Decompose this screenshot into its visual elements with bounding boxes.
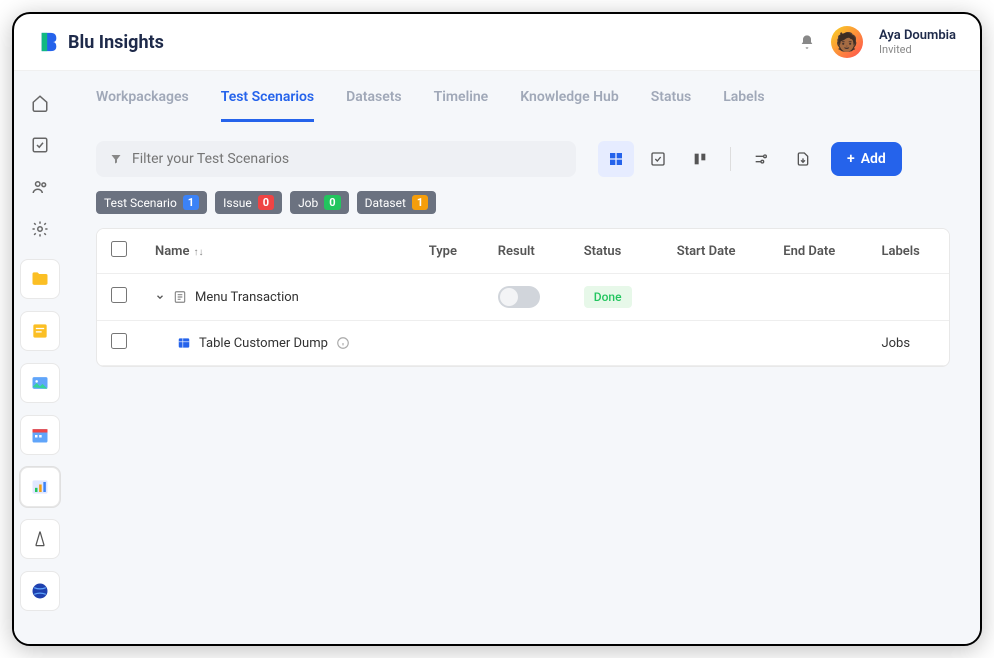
row-name[interactable]: Menu Transaction	[195, 290, 299, 305]
tab-knowledge-hub[interactable]: Knowledge Hub	[520, 89, 619, 122]
add-label: Add	[861, 151, 886, 167]
sidebar	[14, 71, 66, 644]
chip-dataset[interactable]: Dataset1	[357, 191, 437, 214]
app-name: Blu Insights	[68, 32, 164, 53]
bell-icon[interactable]	[799, 34, 815, 50]
tab-workpackages[interactable]: Workpackages	[96, 89, 189, 122]
globe-icon[interactable]	[20, 571, 60, 611]
user-name: Aya Doumbia	[879, 28, 956, 43]
tab-test-scenarios[interactable]: Test Scenarios	[221, 89, 314, 122]
scenario-icon	[173, 290, 187, 304]
col-name[interactable]: Name↑↓	[141, 229, 415, 274]
col-status[interactable]: Status	[570, 229, 663, 274]
app-window: Blu Insights 🧑🏾 Aya Doumbia Invited	[12, 12, 982, 646]
filter-chips: Test Scenario1 Issue0 Job0 Dataset1	[66, 189, 980, 228]
table-row: Table Customer Dump Jobs	[97, 321, 949, 366]
status-badge: Done	[584, 286, 632, 308]
chip-issue[interactable]: Issue0	[215, 191, 282, 214]
sliders-icon[interactable]	[743, 141, 779, 177]
row-name[interactable]: Table Customer Dump	[199, 336, 328, 351]
user-role: Invited	[879, 43, 956, 56]
select-all-checkbox[interactable]	[111, 241, 127, 257]
tabs: Workpackages Test Scenarios Datasets Tim…	[66, 71, 980, 123]
col-end[interactable]: End Date	[769, 229, 867, 274]
filter-box[interactable]	[96, 141, 576, 177]
col-labels[interactable]: Labels	[867, 229, 949, 274]
row-checkbox[interactable]	[111, 287, 127, 303]
table-icon	[177, 336, 191, 350]
user-info: Aya Doumbia Invited	[879, 28, 956, 56]
row-labels: Jobs	[867, 321, 949, 366]
chart-icon[interactable]	[20, 467, 60, 507]
checkbox-view-icon[interactable]	[640, 141, 676, 177]
compass-icon[interactable]	[20, 519, 60, 559]
plus-icon: +	[847, 151, 855, 167]
sort-icon: ↑↓	[193, 247, 203, 258]
col-result[interactable]: Result	[484, 229, 570, 274]
col-start[interactable]: Start Date	[663, 229, 769, 274]
tab-timeline[interactable]: Timeline	[434, 89, 489, 122]
chip-test-scenario[interactable]: Test Scenario1	[96, 191, 207, 214]
filter-input[interactable]	[132, 151, 562, 167]
grid-view-icon[interactable]	[598, 141, 634, 177]
filter-icon	[110, 153, 122, 165]
main-content: Workpackages Test Scenarios Datasets Tim…	[66, 71, 980, 644]
table: Name↑↓ Type Result Status Start Date End…	[96, 228, 950, 367]
table-row: Menu Transaction Done	[97, 274, 949, 321]
gear-icon[interactable]	[22, 211, 58, 247]
tab-datasets[interactable]: Datasets	[346, 89, 402, 122]
folder-icon[interactable]	[20, 259, 60, 299]
note-icon[interactable]	[20, 311, 60, 351]
check-icon[interactable]	[22, 127, 58, 163]
image-icon[interactable]	[20, 363, 60, 403]
users-icon[interactable]	[22, 169, 58, 205]
tab-status[interactable]: Status	[651, 89, 691, 122]
logo-icon	[38, 31, 60, 53]
toolbar: + Add	[66, 123, 980, 189]
add-button[interactable]: + Add	[831, 142, 902, 176]
row-checkbox[interactable]	[111, 333, 127, 349]
chip-job[interactable]: Job0	[290, 191, 349, 214]
calendar-icon[interactable]	[20, 415, 60, 455]
info-icon[interactable]	[336, 336, 350, 350]
divider	[730, 147, 731, 171]
table-header-row: Name↑↓ Type Result Status Start Date End…	[97, 229, 949, 274]
result-toggle[interactable]	[498, 286, 540, 308]
home-icon[interactable]	[22, 85, 58, 121]
export-icon[interactable]	[785, 141, 821, 177]
avatar[interactable]: 🧑🏾	[831, 26, 863, 58]
col-type[interactable]: Type	[415, 229, 484, 274]
chevron-down-icon[interactable]	[155, 292, 165, 302]
header: Blu Insights 🧑🏾 Aya Doumbia Invited	[14, 14, 980, 71]
logo[interactable]: Blu Insights	[38, 31, 164, 53]
kanban-view-icon[interactable]	[682, 141, 718, 177]
tab-labels[interactable]: Labels	[723, 89, 764, 122]
